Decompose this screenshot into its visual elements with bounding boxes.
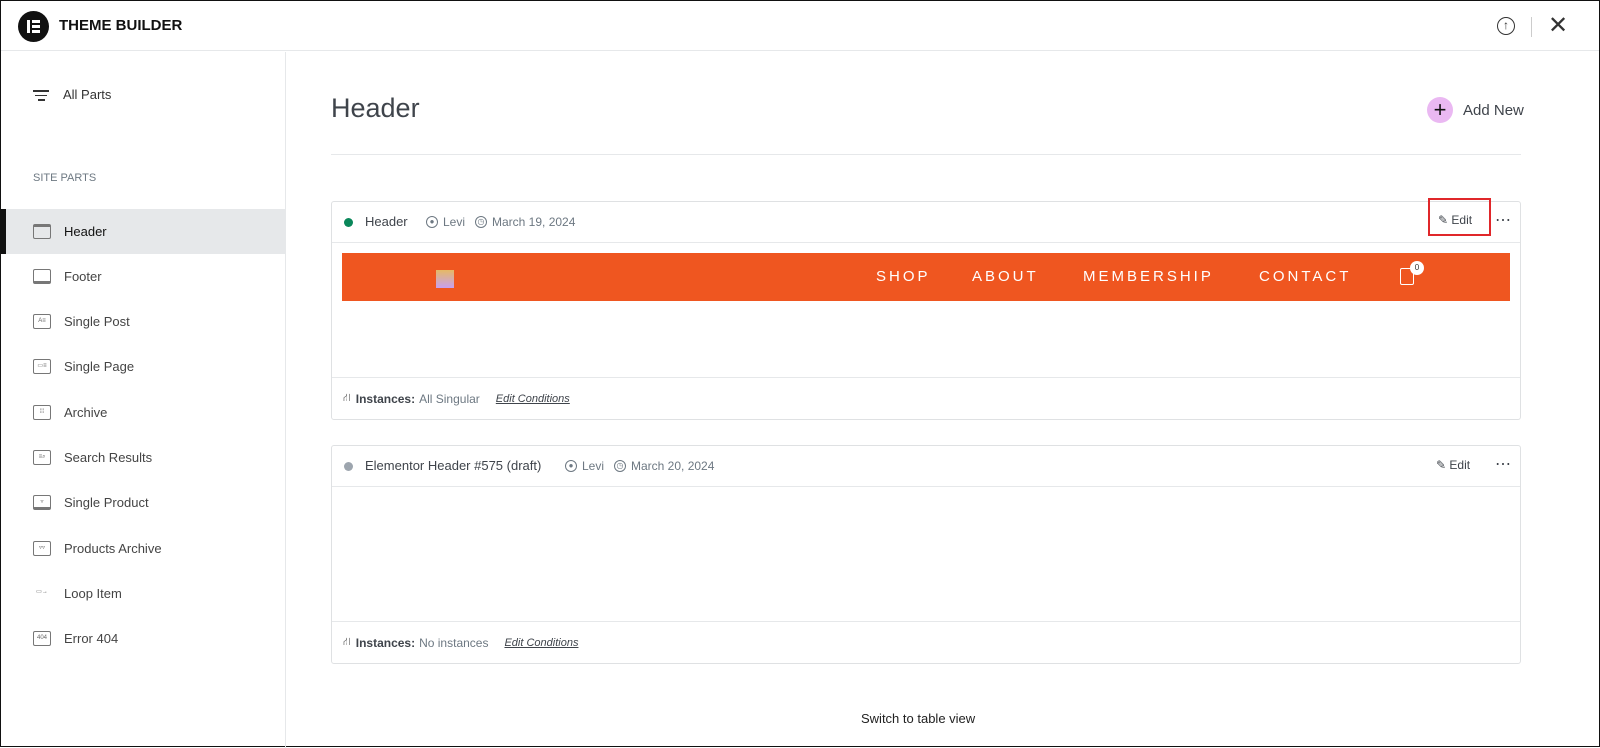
- single-post-icon: A≡: [33, 314, 51, 329]
- clock-icon: ◷: [614, 460, 626, 472]
- products-archive-icon: ▿▿: [33, 541, 51, 556]
- edit-conditions-link[interactable]: Edit Conditions: [504, 637, 578, 649]
- status-dot: [344, 218, 353, 227]
- all-parts-link[interactable]: All Parts: [33, 87, 111, 104]
- divider: [1531, 17, 1532, 37]
- sidebar-item-label: Archive: [64, 405, 108, 420]
- sidebar-item-products-archive[interactable]: ▿▿ Products Archive: [1, 526, 285, 571]
- preview-menu-item: SHOP: [876, 268, 931, 285]
- site-logo-image: [436, 270, 454, 288]
- edit-conditions-link[interactable]: Edit Conditions: [496, 393, 570, 405]
- top-bar: THEME BUILDER ↑ ✕: [1, 1, 1599, 51]
- edit-button[interactable]: ✎ Edit: [1436, 458, 1470, 472]
- more-options-icon[interactable]: ⋯: [1495, 454, 1511, 474]
- sidebar-item-single-page[interactable]: ▭≡ Single Page: [1, 344, 285, 389]
- add-new-button[interactable]: + Add New: [1427, 97, 1524, 123]
- elementor-logo-icon: [18, 11, 49, 42]
- loop-item-icon: ▭→: [36, 589, 48, 595]
- instances-label: Instances:: [355, 391, 416, 406]
- sidebar-item-error-404[interactable]: 404 Error 404: [1, 616, 285, 661]
- sidebar-item-archive[interactable]: ⁞⁞⁞ Archive: [1, 390, 285, 435]
- error-404-icon: 404: [33, 631, 51, 646]
- sidebar-item-label: Products Archive: [64, 541, 162, 556]
- template-title: Elementor Header #575 (draft): [365, 458, 542, 473]
- author: Levi: [582, 459, 605, 473]
- sidebar-item-label: Single Post: [64, 314, 130, 329]
- divider: [331, 154, 1521, 155]
- single-product-icon: ▿: [33, 495, 51, 510]
- app-title: THEME BUILDER: [59, 17, 183, 34]
- instances-label: Instances:: [355, 635, 416, 650]
- archive-icon: ⁞⁞⁞: [33, 405, 51, 420]
- upload-icon[interactable]: ↑: [1497, 17, 1515, 35]
- edit-button[interactable]: ✎ Edit: [1428, 198, 1491, 236]
- template-card: Header ● Levi ◷ March 19, 2024 ✎ Edit ⋯ ⛙ I…: [331, 198, 1521, 420]
- sidebar-item-label: Single Page: [64, 359, 135, 374]
- preview-menu-item: MEMBERSHIP: [1083, 268, 1214, 285]
- sitemap-icon: ⛙: [343, 635, 351, 648]
- switch-to-table-view-link[interactable]: Switch to table view: [861, 711, 975, 726]
- preview-menu-item: CONTACT: [1259, 268, 1352, 285]
- pencil-icon: ✎: [1436, 458, 1447, 472]
- sidebar-item-label: Error 404: [64, 631, 119, 646]
- instances-value: No instances: [419, 635, 489, 650]
- header-icon: [33, 224, 51, 239]
- template-title: Header: [365, 214, 408, 229]
- sidebar-item-label: Header: [64, 224, 107, 239]
- search-results-icon: ≡⌕: [33, 450, 51, 465]
- edit-label: Edit: [1451, 213, 1473, 227]
- sidebar-item-search-results[interactable]: ≡⌕ Search Results: [1, 435, 285, 480]
- sidebar-item-single-product[interactable]: ▿ Single Product: [1, 480, 285, 525]
- sitemap-icon: ⛙: [343, 391, 351, 404]
- plus-icon: +: [1427, 97, 1453, 123]
- instances-value: All Singular: [419, 391, 480, 406]
- single-page-icon: ▭≡: [33, 359, 51, 374]
- filter-icon: [33, 87, 49, 104]
- pencil-icon: ✎: [1438, 213, 1449, 227]
- sidebar-item-label: Single Product: [64, 495, 149, 510]
- all-parts-label: All Parts: [63, 87, 112, 102]
- clock-icon: ◷: [475, 216, 487, 228]
- header-preview[interactable]: SHOP ABOUT MEMBERSHIP CONTACT 0: [342, 253, 1510, 301]
- more-options-icon[interactable]: ⋯: [1495, 210, 1511, 230]
- user-icon: ●: [565, 460, 577, 472]
- sidebar-item-label: Footer: [64, 269, 102, 284]
- sidebar-item-label: Loop Item: [64, 586, 122, 601]
- sidebar-item-loop-item[interactable]: ▭→ Loop Item: [1, 571, 285, 616]
- page-title: Header: [331, 93, 420, 123]
- edit-label: Edit: [1449, 458, 1471, 472]
- date: March 20, 2024: [631, 459, 715, 473]
- footer-icon: [33, 269, 51, 284]
- sidebar-item-single-post[interactable]: A≡ Single Post: [1, 299, 285, 344]
- template-card: Elementor Header #575 (draft) ● Levi ◷ Mar…: [331, 445, 1521, 664]
- add-new-label: Add New: [1463, 101, 1524, 119]
- status-dot: [344, 462, 353, 471]
- preview-menu-item: ABOUT: [972, 268, 1039, 285]
- user-icon: ●: [426, 216, 438, 228]
- cart-count-badge: 0: [1410, 261, 1424, 275]
- sidebar-item-footer[interactable]: Footer: [1, 254, 285, 299]
- site-parts-heading: SITE PARTS: [33, 172, 97, 184]
- sidebar-item-label: Search Results: [64, 450, 153, 465]
- author: Levi: [443, 215, 466, 229]
- sidebar-item-header[interactable]: Header: [1, 209, 285, 254]
- date: March 19, 2024: [492, 215, 576, 229]
- close-icon[interactable]: ✕: [1548, 11, 1568, 40]
